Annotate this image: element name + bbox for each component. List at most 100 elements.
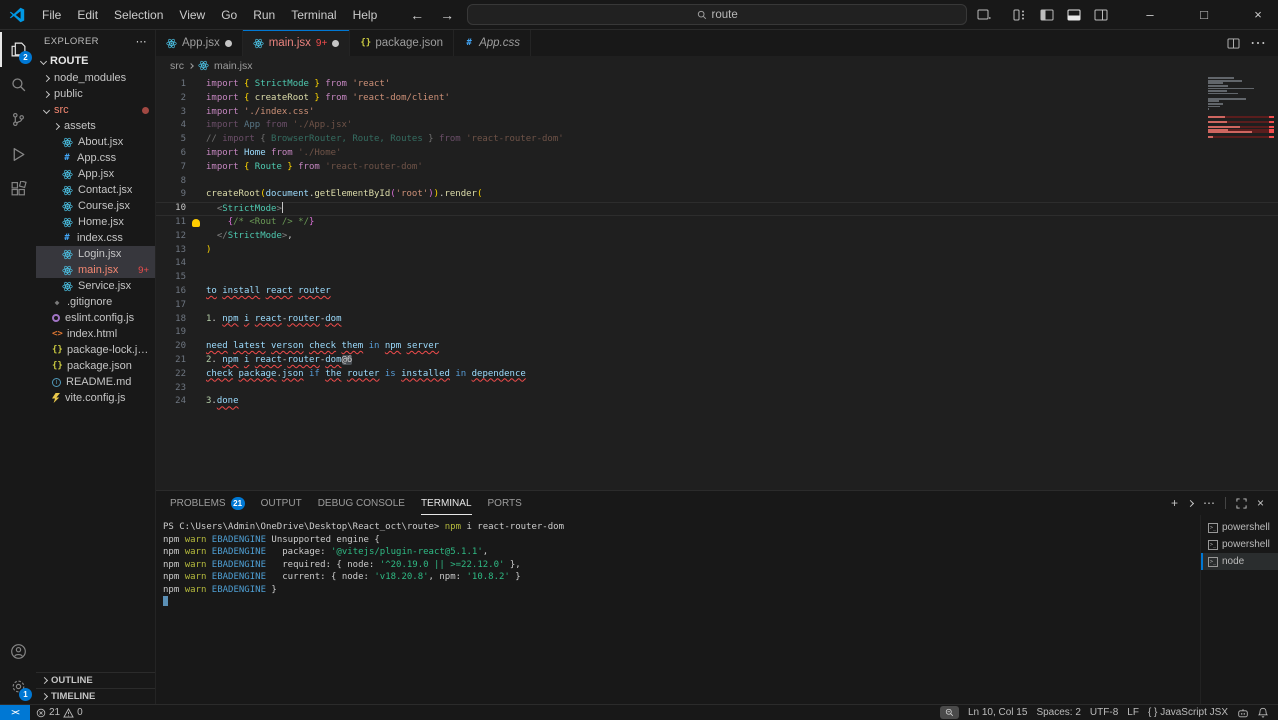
code-line[interactable]: 1 import { StrictMode } from 'react': [156, 78, 1278, 92]
code-line[interactable]: 13): [156, 244, 1278, 258]
file-row-Login.jsx[interactable]: Login.jsx: [36, 246, 155, 262]
maximize-panel-icon[interactable]: [1236, 497, 1247, 509]
run-debug-activity-icon[interactable]: [0, 137, 36, 172]
minimap[interactable]: [1208, 77, 1274, 139]
file-row-main.jsx[interactable]: main.jsx 9+: [36, 262, 155, 278]
zoom-status-icon[interactable]: [939, 706, 959, 719]
code-line[interactable]: 4 import App from './App.jsx': [156, 119, 1278, 133]
code-line[interactable]: 9 createRoot(document.getElementById('roo…: [156, 188, 1278, 202]
back-arrow-icon[interactable]: ←: [407, 7, 427, 23]
code-line[interactable]: 15: [156, 271, 1278, 285]
forward-arrow-icon[interactable]: →: [437, 7, 457, 23]
workspace-root[interactable]: ROUTE: [36, 52, 155, 70]
problems-status[interactable]: 21 0: [30, 705, 89, 720]
close-panel-icon[interactable]: ×: [1257, 496, 1264, 510]
menu-go[interactable]: Go: [213, 4, 245, 26]
file-row-package-lock.json[interactable]: {} package-lock.json: [36, 342, 155, 358]
code-line[interactable]: 3 import './index.css': [156, 106, 1278, 120]
tab-main.jsx[interactable]: main.jsx 9+: [242, 30, 351, 56]
encoding[interactable]: UTF-8: [1090, 707, 1118, 718]
file-row-index.html[interactable]: <> index.html: [36, 326, 155, 342]
split-editor-icon[interactable]: [1227, 37, 1240, 49]
new-terminal-icon[interactable]: +: [1171, 496, 1178, 510]
lightbulb-icon[interactable]: [192, 218, 200, 227]
file-row-public[interactable]: public: [36, 86, 155, 102]
file-row-vite.config.js[interactable]: vite.config.js: [36, 390, 155, 406]
menu-help[interactable]: Help: [345, 4, 386, 26]
remote-indicator[interactable]: ><: [0, 705, 30, 720]
code-line[interactable]: 16 to install react router: [156, 285, 1278, 299]
breadcrumb-file[interactable]: main.jsx: [214, 60, 253, 72]
menu-view[interactable]: View: [171, 4, 213, 26]
toggle-sidebar-icon[interactable]: [1040, 9, 1054, 21]
file-row-README.md[interactable]: i README.md: [36, 374, 155, 390]
minimize-button[interactable]: –: [1130, 0, 1170, 29]
extensions-activity-icon[interactable]: [0, 172, 36, 207]
terminal-list-item-node[interactable]: >_ node: [1201, 553, 1278, 570]
explorer-more-actions-icon[interactable]: ⋯: [136, 35, 147, 48]
code-line[interactable]: 8: [156, 175, 1278, 189]
file-row-Home.jsx[interactable]: Home.jsx: [36, 214, 155, 230]
panel-tab-terminal[interactable]: TERMINAL: [421, 491, 472, 515]
menu-selection[interactable]: Selection: [106, 4, 171, 26]
eol[interactable]: LF: [1127, 707, 1139, 718]
file-row-.gitignore[interactable]: ◆ .gitignore: [36, 294, 155, 310]
breadcrumb-folder[interactable]: src: [170, 60, 184, 72]
terminal-dropdown-chevron-icon[interactable]: [1186, 499, 1195, 507]
language-mode[interactable]: { } JavaScript JSX: [1148, 707, 1228, 718]
bell-icon[interactable]: [1258, 707, 1268, 718]
feedback-icon[interactable]: [1237, 708, 1249, 718]
code-line[interactable]: 18 1. npm i react-router-dom: [156, 313, 1278, 327]
panel-tab-output[interactable]: OUTPUT: [261, 491, 302, 515]
panel-more-actions-icon[interactable]: ⋯: [1203, 496, 1215, 510]
code-line[interactable]: 5 // import { BrowserRouter, Route, Route…: [156, 133, 1278, 147]
file-row-assets[interactable]: assets: [36, 118, 155, 134]
code-line[interactable]: 21 2. npm i react-router-dom@6: [156, 354, 1278, 368]
toggle-panel-icon[interactable]: [1067, 9, 1081, 21]
new-window-icon[interactable]: [977, 9, 991, 21]
cursor-position[interactable]: Ln 10, Col 15: [968, 707, 1028, 718]
close-button[interactable]: ×: [1238, 0, 1278, 29]
menu-run[interactable]: Run: [245, 4, 283, 26]
code-line[interactable]: 12 </StrictMode>,: [156, 230, 1278, 244]
maximize-button[interactable]: □: [1184, 0, 1224, 29]
indentation[interactable]: Spaces: 2: [1036, 707, 1080, 718]
file-row-src[interactable]: src: [36, 102, 155, 118]
outline-section[interactable]: OUTLINE: [36, 672, 155, 688]
menu-edit[interactable]: Edit: [69, 4, 106, 26]
code-line[interactable]: 11 {/* <Rout /> */}: [156, 216, 1278, 230]
file-row-Service.jsx[interactable]: Service.jsx: [36, 278, 155, 294]
terminal-list-item-powershell[interactable]: >_ powershell: [1201, 519, 1278, 536]
menu-file[interactable]: File: [34, 4, 69, 26]
file-row-Contact.jsx[interactable]: Contact.jsx: [36, 182, 155, 198]
settings-gear-icon[interactable]: 1: [0, 669, 36, 704]
more-actions-icon[interactable]: ⋯: [1250, 33, 1266, 53]
source-control-activity-icon[interactable]: [0, 102, 36, 137]
account-icon[interactable]: [0, 634, 36, 669]
panel-tab-debug-console[interactable]: DEBUG CONSOLE: [318, 491, 405, 515]
customize-layout-icon[interactable]: [1013, 9, 1027, 21]
menu-terminal[interactable]: Terminal: [283, 4, 344, 26]
explorer-activity-icon[interactable]: 2: [0, 32, 36, 67]
code-line[interactable]: 23: [156, 382, 1278, 396]
terminal-list-item-powershell[interactable]: >_ powershell: [1201, 536, 1278, 553]
code-line[interactable]: 19: [156, 326, 1278, 340]
code-line[interactable]: 22 check package.json if the router is in…: [156, 368, 1278, 382]
file-row-Course.jsx[interactable]: Course.jsx: [36, 198, 155, 214]
file-row-node_modules[interactable]: node_modules: [36, 70, 155, 86]
toggle-secondary-sidebar-icon[interactable]: [1094, 9, 1108, 21]
tab-package.json[interactable]: {} package.json: [350, 30, 455, 56]
search-activity-icon[interactable]: [0, 67, 36, 102]
code-line[interactable]: 7 import { Route } from 'react-router-dom…: [156, 161, 1278, 175]
code-editor[interactable]: 1 import { StrictMode } from 'react' 2 impo…: [156, 75, 1278, 490]
code-line[interactable]: 6 import Home from './Home': [156, 147, 1278, 161]
file-row-package.json[interactable]: {} package.json: [36, 358, 155, 374]
code-line[interactable]: 14: [156, 257, 1278, 271]
timeline-section[interactable]: TIMELINE: [36, 688, 155, 704]
panel-tab-problems[interactable]: PROBLEMS 21: [170, 491, 245, 515]
file-row-About.jsx[interactable]: About.jsx: [36, 134, 155, 150]
code-line[interactable]: 2 import { createRoot } from 'react-dom/c…: [156, 92, 1278, 106]
file-row-App.css[interactable]: # App.css: [36, 150, 155, 166]
terminal-output[interactable]: PS C:\Users\Admin\OneDrive\Desktop\React…: [156, 515, 1200, 704]
command-center-search[interactable]: route: [467, 4, 968, 25]
